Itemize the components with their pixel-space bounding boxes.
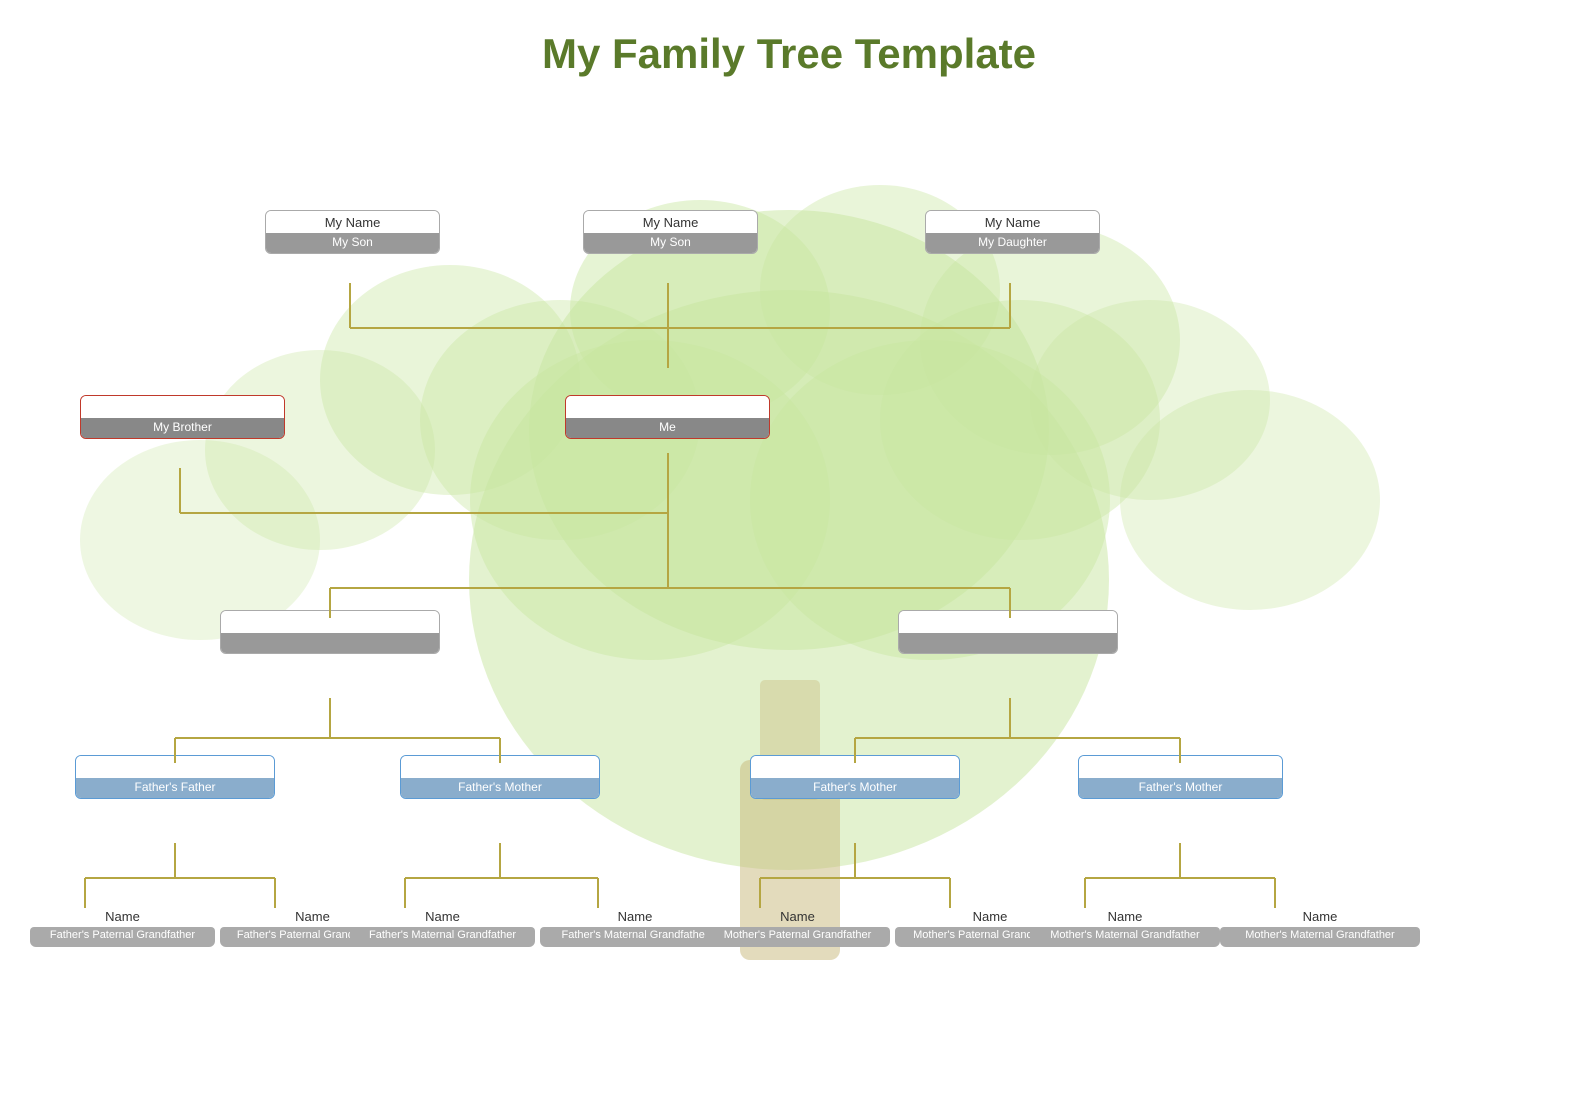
- fathers-mother-pat-name: [401, 756, 599, 778]
- fathers-father-role: Father's Father: [76, 778, 274, 798]
- son1-role: My Son: [266, 233, 439, 253]
- ggp8-node[interactable]: Name Mother's Maternal Grandfather: [1220, 905, 1420, 947]
- fathers-father-name: [76, 756, 274, 778]
- ggp5-name: Name: [705, 905, 890, 927]
- fathers-mother-pat-node[interactable]: Father's Mother: [400, 755, 600, 799]
- father-name: [221, 611, 439, 633]
- ggp1-node[interactable]: Name Father's Paternal Grandfather: [30, 905, 215, 947]
- ggp3-node[interactable]: Name Father's Maternal Grandfather: [350, 905, 535, 947]
- ggp8-name: Name: [1220, 905, 1420, 927]
- father-role: [221, 633, 439, 653]
- ggp4-node[interactable]: Name Father's Maternal Grandfather: [540, 905, 730, 947]
- ggp5-role: Mother's Paternal Grandfather: [705, 927, 890, 947]
- ggp7-role: Mother's Maternal Grandfather: [1030, 927, 1220, 947]
- brother-node[interactable]: My Brother: [80, 395, 285, 439]
- mothers-mother-role: Father's Mother: [1079, 778, 1282, 798]
- mother-name: [899, 611, 1117, 633]
- father-node[interactable]: [220, 610, 440, 654]
- son2-node[interactable]: My Name My Son: [583, 210, 758, 254]
- page-title: My Family Tree Template: [0, 0, 1578, 78]
- daughter-name: My Name: [926, 211, 1099, 233]
- brother-name: [81, 396, 284, 418]
- fathers-mother-mat-name: [751, 756, 959, 778]
- fathers-mother-mat-role: Father's Mother: [751, 778, 959, 798]
- ggp3-name: Name: [350, 905, 535, 927]
- ggp4-role: Father's Maternal Grandfather: [540, 927, 730, 947]
- mother-node[interactable]: [898, 610, 1118, 654]
- son2-role: My Son: [584, 233, 757, 253]
- ggp1-name: Name: [30, 905, 215, 927]
- ggp5-node[interactable]: Name Mother's Paternal Grandfather: [705, 905, 890, 947]
- fathers-father-node[interactable]: Father's Father: [75, 755, 275, 799]
- son1-node[interactable]: My Name My Son: [265, 210, 440, 254]
- brother-role: My Brother: [81, 418, 284, 438]
- me-role: Me: [566, 418, 769, 438]
- me-name: [566, 396, 769, 418]
- ggp7-name: Name: [1030, 905, 1220, 927]
- chart-area: My Name My Son My Name My Son My Name My…: [20, 90, 1558, 1106]
- fathers-mother-mat-node[interactable]: Father's Mother: [750, 755, 960, 799]
- ggp4-name: Name: [540, 905, 730, 927]
- mothers-mother-name: [1079, 756, 1282, 778]
- son1-name: My Name: [266, 211, 439, 233]
- ggp3-role: Father's Maternal Grandfather: [350, 927, 535, 947]
- me-node[interactable]: Me: [565, 395, 770, 439]
- fathers-mother-pat-role: Father's Mother: [401, 778, 599, 798]
- daughter-node[interactable]: My Name My Daughter: [925, 210, 1100, 254]
- ggp8-role: Mother's Maternal Grandfather: [1220, 927, 1420, 947]
- son2-name: My Name: [584, 211, 757, 233]
- ggp1-role: Father's Paternal Grandfather: [30, 927, 215, 947]
- mother-role: [899, 633, 1117, 653]
- daughter-role: My Daughter: [926, 233, 1099, 253]
- mothers-mother-node[interactable]: Father's Mother: [1078, 755, 1283, 799]
- ggp7-node[interactable]: Name Mother's Maternal Grandfather: [1030, 905, 1220, 947]
